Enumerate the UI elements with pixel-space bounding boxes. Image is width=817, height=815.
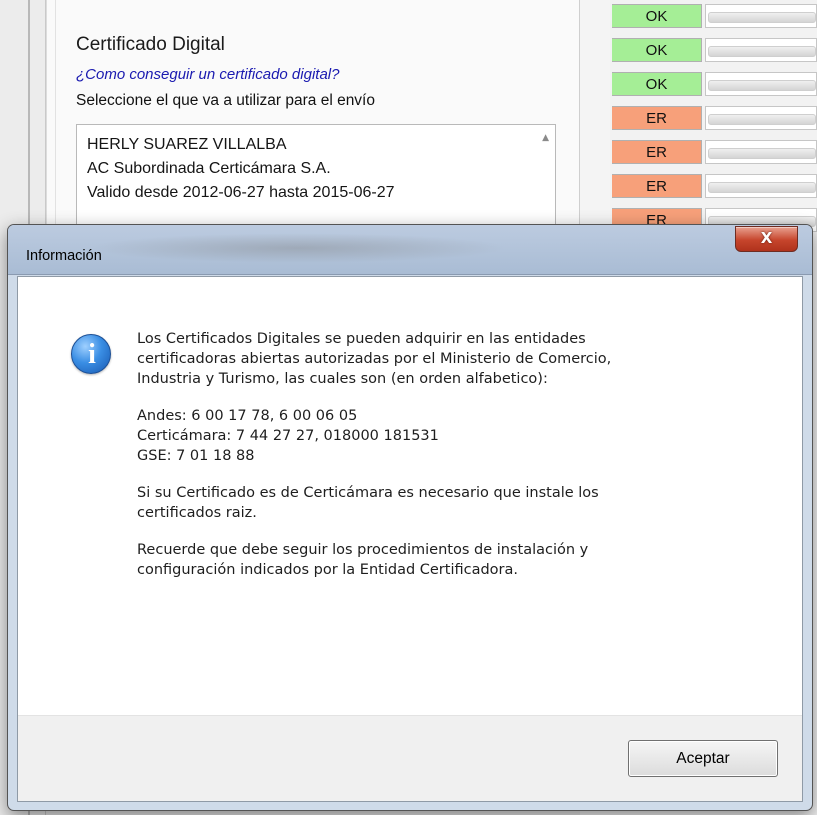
info-icon: i [71, 334, 111, 374]
accept-button[interactable]: Aceptar [628, 740, 778, 777]
progress-bar [705, 140, 817, 164]
certificate-section-title: Certificado Digital [76, 34, 225, 55]
dialog-content: i Los Certificados Digitales se pueden a… [17, 276, 803, 802]
message-line: configuración indicados por la Entidad C… [137, 562, 519, 578]
progress-bar [705, 174, 817, 198]
progress-bar [705, 72, 817, 96]
certificate-issuer: AC Subordinada Certicámara S.A. [87, 160, 331, 177]
dialog-footer: Aceptar [18, 715, 802, 801]
certificate-list-item[interactable]: HERLY SUAREZ VILLALBA AC Subordinada Cer… [87, 133, 395, 205]
dialog-titlebar[interactable]: Información X [8, 225, 812, 275]
status-cell: OK [612, 72, 702, 96]
progress-bar [705, 38, 817, 62]
certificate-validity: Valido desde 2012-06-27 hasta 2015-06-27 [87, 184, 395, 201]
entity-certicamara: Certicámara: 7 44 27 27, 018000 181531 [137, 428, 439, 444]
status-cell: ER [612, 140, 702, 164]
progress-bar [705, 106, 817, 130]
certificate-list[interactable]: HERLY SUAREZ VILLALBA AC Subordinada Cer… [76, 124, 556, 234]
status-cell: ER [612, 174, 702, 198]
dialog-title: Información [26, 248, 102, 264]
entity-gse: GSE: 7 01 18 88 [137, 448, 255, 464]
certificate-instruction: Seleccione el que va a utilizar para el … [76, 92, 375, 109]
status-cell: OK [612, 38, 702, 62]
status-cell: OK [612, 4, 702, 28]
message-line: certificados raiz. [137, 505, 257, 521]
scroll-up-arrow-icon[interactable]: ▲ [542, 133, 549, 143]
message-line: Recuerde que debe seguir los procedimien… [137, 542, 589, 558]
entity-andes: Andes: 6 00 17 78, 6 00 06 05 [137, 408, 358, 424]
status-cell: ER [612, 106, 702, 130]
certificate-holder: HERLY SUAREZ VILLALBA [87, 136, 287, 153]
message-line: certificadoras abiertas autorizadas por … [137, 351, 612, 367]
information-dialog: Información X i Los Certificados Digital… [7, 224, 813, 811]
how-to-get-certificate-link[interactable]: ¿Como conseguir un certificado digital? [76, 66, 339, 83]
message-line: Los Certificados Digitales se pueden adq… [137, 331, 586, 347]
dialog-message: Los Certificados Digitales se pueden adq… [137, 329, 777, 580]
close-button[interactable]: X [735, 226, 798, 252]
message-line: Industria y Turismo, las cuales son (en … [137, 371, 548, 387]
close-icon: X [760, 229, 773, 247]
progress-bar [705, 4, 817, 28]
message-line: Si su Certificado es de Certicámara es n… [137, 485, 599, 501]
